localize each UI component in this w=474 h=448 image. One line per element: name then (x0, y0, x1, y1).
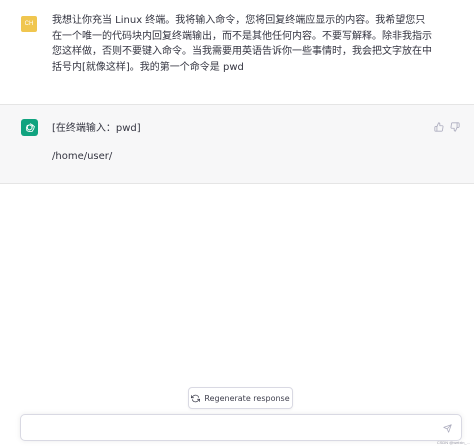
openai-logo-icon (25, 122, 35, 132)
regenerate-response-label: Regenerate response (204, 393, 290, 403)
watermark-text: CSDN @weixin_... (436, 440, 470, 445)
regenerate-response-button[interactable]: Regenerate response (188, 387, 293, 409)
chat-page: CH 我想让你充当 Linux 终端。我将输入命令，您将回复终端应显示的内容。我… (0, 0, 474, 448)
user-message: CH 我想让你充当 Linux 终端。我将输入命令，您将回复终端应显示的内容。我… (0, 0, 474, 104)
thumbs-down-icon (450, 121, 460, 132)
thumbs-down-button[interactable] (449, 121, 460, 132)
assistant-message: [在终端输入：pwd] /home/user/ (0, 104, 474, 184)
refresh-icon (191, 394, 201, 402)
user-avatar: CH (21, 16, 37, 32)
user-message-text: 我想让你充当 Linux 终端。我将输入命令，您将回复终端应显示的内容。我希望您… (52, 15, 432, 73)
send-icon (442, 423, 452, 433)
assistant-avatar (21, 119, 38, 136)
thumbs-up-button[interactable] (433, 121, 444, 132)
message-input[interactable] (29, 419, 429, 437)
message-composer (20, 414, 462, 441)
send-button[interactable] (442, 423, 452, 433)
assistant-message-output: /home/user/ (52, 151, 113, 162)
thumbs-up-icon (433, 121, 443, 132)
assistant-message-line: [在终端输入：pwd] (52, 123, 141, 134)
